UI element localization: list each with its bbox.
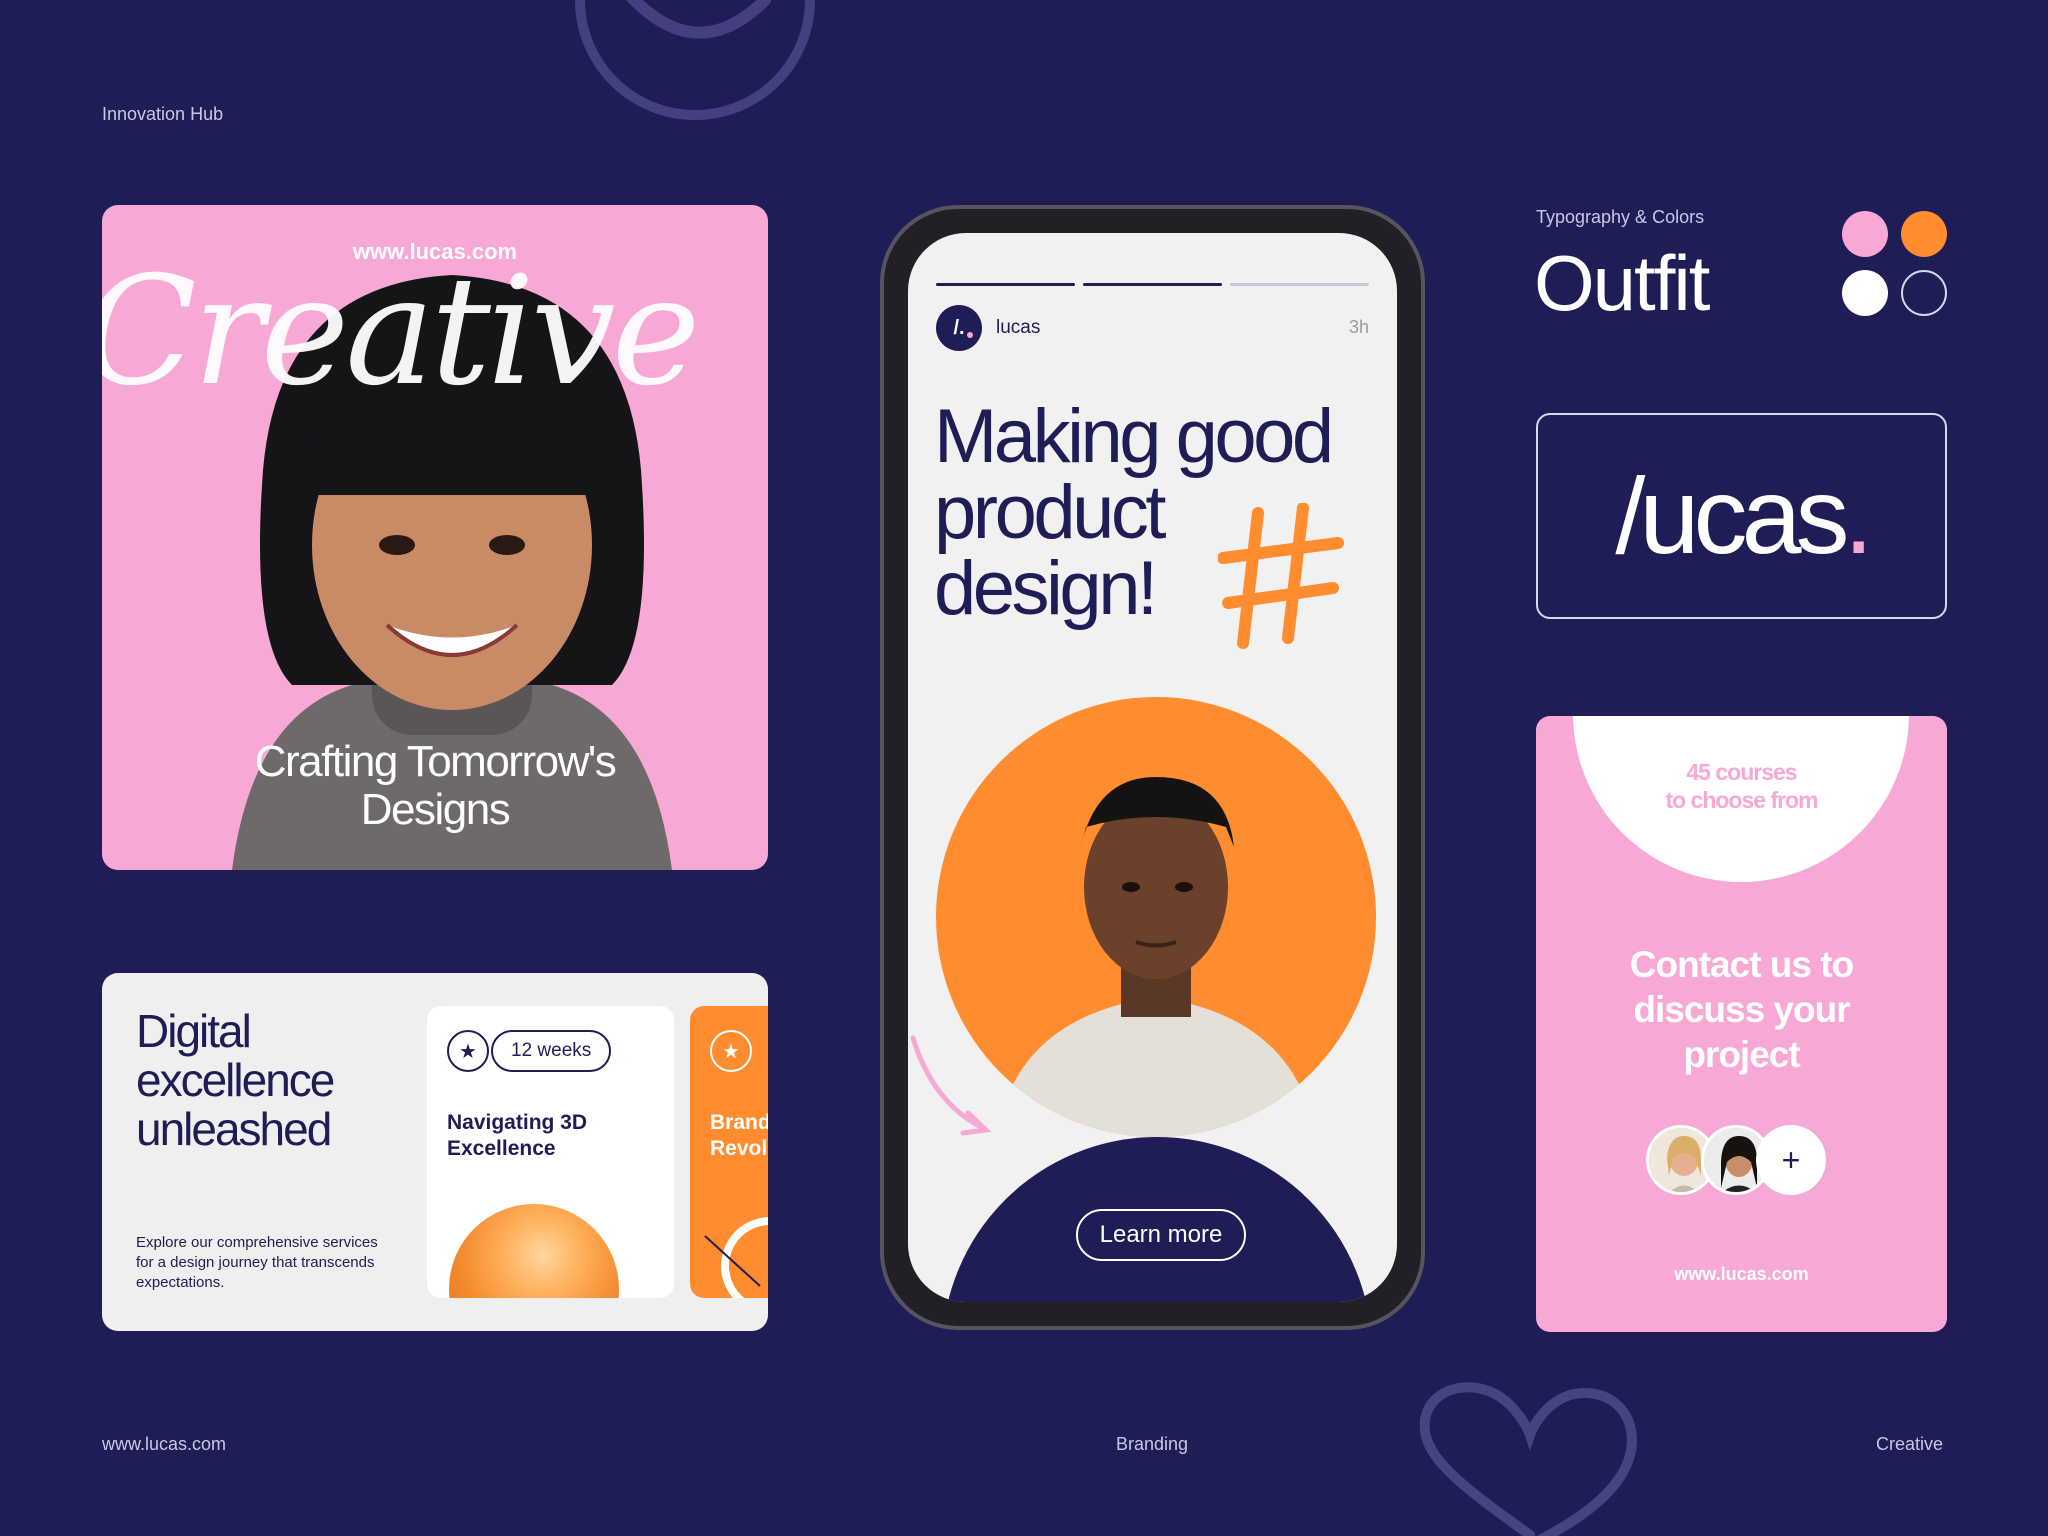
- profile-avatar[interactable]: /.: [936, 305, 982, 351]
- creative-card-url: www.lucas.com: [352, 239, 518, 264]
- creative-poster-card: Creative www.lucas.com Crafting Tomorrow…: [102, 205, 768, 870]
- footer-creative: Creative: [1876, 1434, 1944, 1454]
- contact-card: 45 courses to choose from Contact us to …: [1536, 716, 1947, 1332]
- courses-line-2: to choose from: [1665, 787, 1818, 813]
- headline-line-3: unleashed: [136, 1103, 332, 1155]
- duration-badge: 12 weeks: [491, 1030, 612, 1072]
- contact-cta: Contact us to discuss your project: [1536, 942, 1947, 1077]
- sphere-illustration: [449, 1204, 619, 1298]
- courses-count: 45 courses to choose from: [1536, 758, 1947, 814]
- hashtag-scribble-icon: [1218, 503, 1344, 649]
- course-title: Navigating 3D Excellence: [447, 1110, 587, 1162]
- phone-mockup: /. lucas 3h Making good product design!: [880, 205, 1425, 1330]
- portrait-man-illustration: [996, 777, 1316, 1137]
- digital-excellence-card: Digital excellence unleashed Explore our…: [102, 973, 768, 1331]
- digital-headline: Digital excellence unleashed: [136, 1005, 335, 1155]
- logo-card: /ucas.: [1536, 413, 1947, 619]
- star-icon: ★: [447, 1030, 489, 1072]
- headline-line-2: excellence: [136, 1054, 335, 1106]
- cta-line-2: discuss your: [1633, 989, 1850, 1030]
- phone-headline-line-1: Making good: [934, 394, 1334, 479]
- story-progress-bar: [936, 283, 1369, 286]
- logo-dot: .: [1843, 455, 1874, 576]
- course-title-line-2: Excellence: [447, 1137, 556, 1160]
- cta-line-1: Contact us to: [1629, 944, 1854, 985]
- story-segment-1: [936, 283, 1075, 286]
- color-swatch-pink: [1842, 211, 1888, 257]
- tagline-line-2: Designs: [360, 785, 511, 834]
- creative-script-word: Creative: [102, 245, 700, 419]
- color-swatch-navy: [1901, 270, 1947, 316]
- headline-line-1: Digital: [136, 1005, 252, 1057]
- color-swatch-white: [1842, 270, 1888, 316]
- post-time: 3h: [1348, 317, 1369, 337]
- logo-wordmark: /ucas.: [1538, 453, 1945, 578]
- course-title-line-2: Revol: [710, 1137, 768, 1160]
- contact-card-url[interactable]: www.lucas.com: [1536, 1264, 1947, 1285]
- add-contact-button[interactable]: +: [1756, 1125, 1826, 1195]
- portrait-circle: [936, 697, 1376, 1137]
- learn-more-button[interactable]: Learn more: [1076, 1209, 1246, 1261]
- cta-line-3: project: [1683, 1034, 1800, 1075]
- course-card-3d[interactable]: ★ 12 weeks Navigating 3D Excellence: [427, 1006, 674, 1298]
- footer-branding: Branding: [1116, 1434, 1189, 1454]
- heart-doodle-icon: [1419, 1382, 1637, 1536]
- course-title: Brand Revol: [710, 1110, 768, 1162]
- color-swatch-orange: [1901, 211, 1947, 257]
- line-art-illustration: [704, 1217, 768, 1298]
- font-name: Outfit: [1534, 239, 1710, 327]
- footer-url[interactable]: www.lucas.com: [102, 1434, 226, 1455]
- course-card-brand[interactable]: ★ Brand Revol: [690, 1006, 768, 1298]
- star-icon: ★: [710, 1030, 752, 1072]
- pink-arrow-icon: [910, 1035, 992, 1136]
- typography-label: Typography & Colors: [1536, 207, 1705, 227]
- logo-text: /ucas: [1615, 455, 1849, 576]
- creative-card-tagline: Crafting Tomorrow's Designs: [102, 738, 768, 834]
- courses-line-1: 45 courses: [1686, 759, 1797, 785]
- course-title-line-1: Brand: [710, 1111, 768, 1134]
- story-segment-3: [1230, 283, 1369, 286]
- digital-blurb: Explore our comprehensive services for a…: [136, 1234, 378, 1291]
- story-segment-2: [1083, 283, 1222, 286]
- course-title-line-1: Navigating 3D: [447, 1111, 588, 1134]
- smiley-doodle-icon: [575, 0, 815, 120]
- tagline-line-1: Crafting Tomorrow's: [254, 737, 617, 786]
- profile-name[interactable]: lucas: [996, 317, 1040, 339]
- brand-label: Innovation Hub: [102, 104, 224, 124]
- phone-screen: /. lucas 3h Making good product design!: [908, 233, 1397, 1302]
